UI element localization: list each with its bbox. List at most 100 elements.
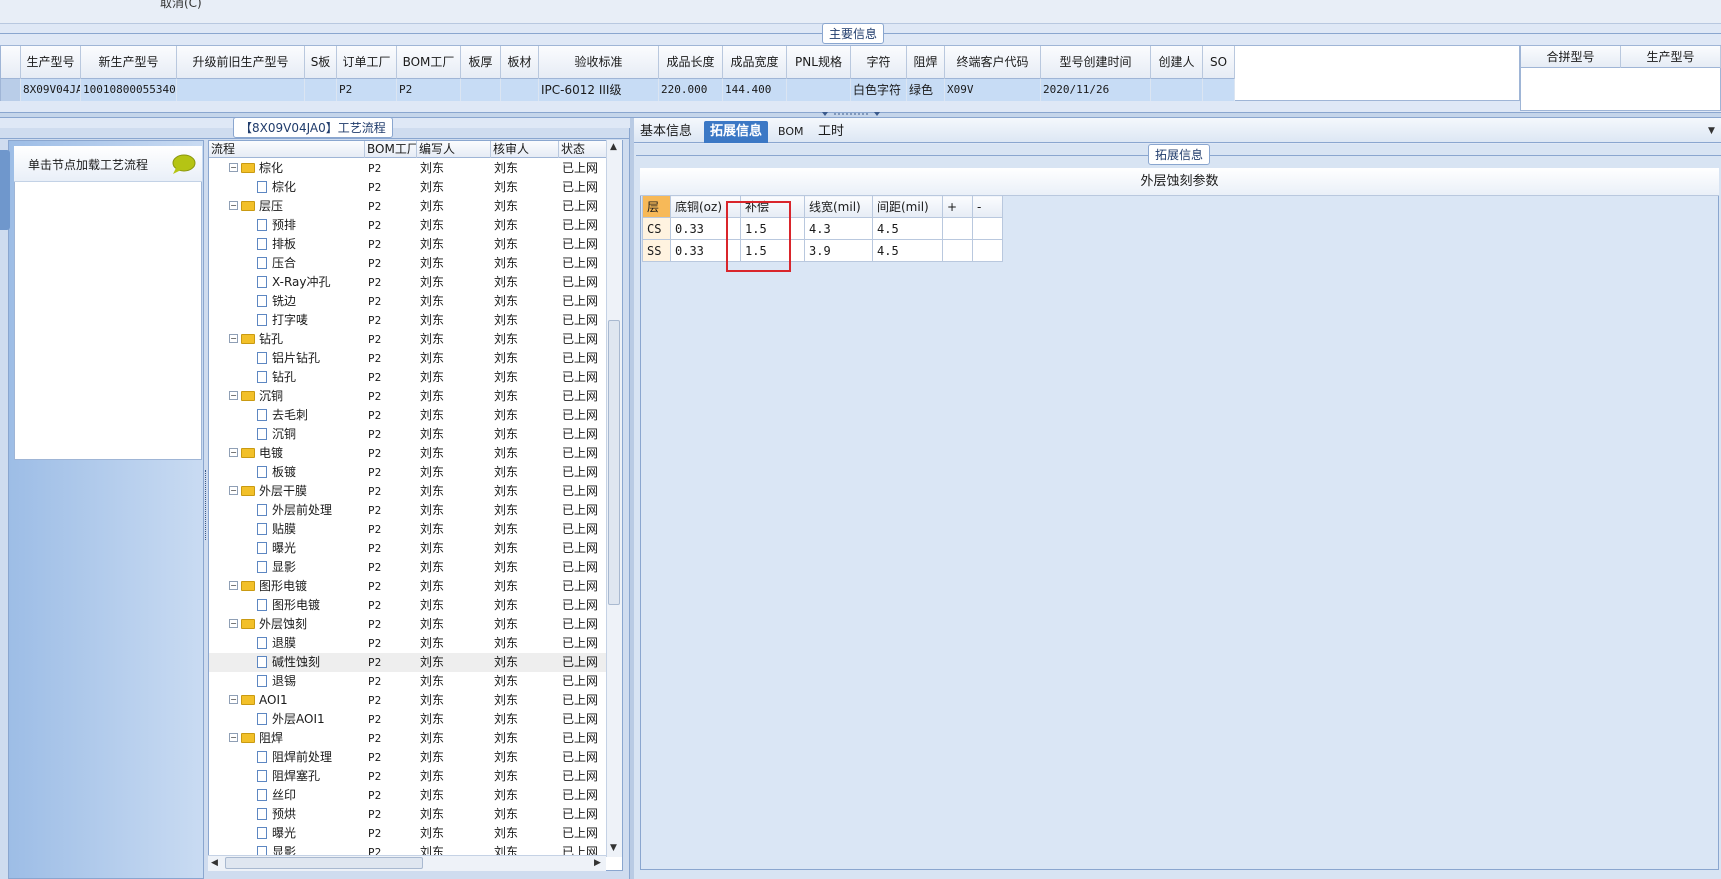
tree-node[interactable]: X-Ray冲孔: [209, 273, 365, 292]
tree-row[interactable]: 外层AOI1 P2 刘东 刘东 已上网: [209, 710, 609, 729]
tab-bom[interactable]: BOM: [772, 121, 810, 143]
tree-row[interactable]: 铣边 P2 刘东 刘东 已上网: [209, 292, 609, 311]
tree-node[interactable]: − 外层蚀刻: [209, 615, 365, 634]
tree-node[interactable]: − 图形电镀: [209, 577, 365, 596]
tree-node[interactable]: − 阻焊: [209, 729, 365, 748]
tab-basic-info[interactable]: 基本信息: [634, 121, 698, 143]
tree-row[interactable]: 图形电镀 P2 刘东 刘东 已上网: [209, 596, 609, 615]
tree-row[interactable]: 预排 P2 刘东 刘东 已上网: [209, 216, 609, 235]
param-cell[interactable]: 4.3: [804, 217, 873, 240]
tree-row[interactable]: 碱性蚀刻 P2 刘东 刘东 已上网: [209, 653, 609, 672]
cancel-button-cut[interactable]: 取消(C): [160, 0, 202, 11]
tree-row[interactable]: − 电镀 P2 刘东 刘东 已上网: [209, 444, 609, 463]
tree-node[interactable]: 去毛刺: [209, 406, 365, 425]
tree-node[interactable]: − 层压: [209, 197, 365, 216]
tree-row[interactable]: 外层前处理 P2 刘东 刘东 已上网: [209, 501, 609, 520]
main-cell[interactable]: IPC-6012 III级: [539, 79, 659, 101]
expand-toggle-icon[interactable]: −: [229, 334, 238, 343]
tree-row[interactable]: 阻焊塞孔 P2 刘东 刘东 已上网: [209, 767, 609, 786]
param-row[interactable]: SS 0.33 1.5 3.9 4.5: [642, 239, 1003, 262]
main-col-header[interactable]: PNL规格: [787, 46, 851, 79]
main-col-header[interactable]: 成品长度: [659, 46, 723, 79]
main-col-header[interactable]: 新生产型号: [81, 46, 177, 79]
main-cell[interactable]: P2: [337, 79, 397, 101]
tree-row[interactable]: 退锡 P2 刘东 刘东 已上网: [209, 672, 609, 691]
main-col-header[interactable]: 创建人: [1151, 46, 1203, 79]
main-cell[interactable]: P2: [397, 79, 461, 101]
main-col-header[interactable]: 升级前旧生产型号: [177, 46, 305, 79]
tree-col-header[interactable]: 编写人: [417, 141, 491, 158]
main-col-header[interactable]: 字符: [851, 46, 907, 79]
param-cell[interactable]: [942, 239, 973, 262]
tree-row[interactable]: − 阻焊 P2 刘东 刘东 已上网: [209, 729, 609, 748]
param-cell[interactable]: [942, 217, 973, 240]
param-cell[interactable]: SS: [642, 239, 671, 262]
merge-col-header[interactable]: 合拼型号: [1521, 46, 1621, 68]
main-col-header[interactable]: SO: [1203, 46, 1235, 79]
tree-row[interactable]: − 棕化 P2 刘东 刘东 已上网: [209, 159, 609, 178]
tree-row[interactable]: − 外层干膜 P2 刘东 刘东 已上网: [209, 482, 609, 501]
main-cell[interactable]: [177, 79, 305, 101]
main-cell[interactable]: 10010800055340: [81, 79, 177, 101]
tab-work-hours[interactable]: 工时: [812, 121, 850, 143]
node-list[interactable]: [14, 146, 202, 460]
tree-row[interactable]: 压合 P2 刘东 刘东 已上网: [209, 254, 609, 273]
tree-row[interactable]: 丝印 P2 刘东 刘东 已上网: [209, 786, 609, 805]
tree-node[interactable]: 丝印: [209, 786, 365, 805]
main-cell[interactable]: 220.000: [659, 79, 723, 101]
expand-toggle-icon[interactable]: −: [229, 448, 238, 457]
main-col-header[interactable]: 成品宽度: [723, 46, 787, 79]
tree-row[interactable]: 铝片钻孔 P2 刘东 刘东 已上网: [209, 349, 609, 368]
tree-horizontal-scroll-thumb[interactable]: [225, 857, 423, 869]
tree-row[interactable]: 板镀 P2 刘东 刘东 已上网: [209, 463, 609, 482]
tree-row[interactable]: − AOI1 P2 刘东 刘东 已上网: [209, 691, 609, 710]
main-cell[interactable]: [501, 79, 539, 101]
tree-node[interactable]: 图形电镀: [209, 596, 365, 615]
collapse-side-tab[interactable]: [0, 150, 10, 230]
scroll-left-arrow-icon[interactable]: ◀: [211, 858, 218, 868]
tree-node[interactable]: − 电镀: [209, 444, 365, 463]
param-col-header[interactable]: 层: [642, 195, 671, 218]
expand-toggle-icon[interactable]: −: [229, 733, 238, 742]
node-hint-header[interactable]: 单击节点加载工艺流程: [14, 146, 202, 182]
tree-row[interactable]: 贴膜 P2 刘东 刘东 已上网: [209, 520, 609, 539]
param-cell[interactable]: [972, 239, 1003, 262]
tree-node[interactable]: 预烘: [209, 805, 365, 824]
main-cell[interactable]: [461, 79, 501, 101]
tree-node[interactable]: 曝光: [209, 824, 365, 843]
main-cell[interactable]: [1203, 79, 1235, 101]
main-col-header[interactable]: 板材: [501, 46, 539, 79]
tree-row[interactable]: 显影 P2 刘东 刘东 已上网: [209, 558, 609, 577]
tree-node[interactable]: − 棕化: [209, 159, 365, 178]
tree-node[interactable]: 显影: [209, 558, 365, 577]
main-col-header[interactable]: 验收标准: [539, 46, 659, 79]
tree-row[interactable]: 预烘 P2 刘东 刘东 已上网: [209, 805, 609, 824]
param-cell[interactable]: 4.5: [872, 239, 943, 262]
tab-extended-info[interactable]: 拓展信息: [704, 121, 769, 143]
tree-node[interactable]: 排板: [209, 235, 365, 254]
main-cell[interactable]: 白色字符: [851, 79, 907, 101]
expand-toggle-icon[interactable]: −: [229, 163, 238, 172]
expand-toggle-icon[interactable]: −: [229, 201, 238, 210]
tree-node[interactable]: 外层AOI1: [209, 710, 365, 729]
main-col-header[interactable]: 终端客户代码: [945, 46, 1041, 79]
tab-dropdown-arrow-icon[interactable]: ▼: [1708, 126, 1715, 136]
tree-node[interactable]: 退膜: [209, 634, 365, 653]
main-info-data-row[interactable]: 8X09V04JA010010800055340 P2P2 IPC-6012 III…: [1, 79, 1235, 101]
tree-node[interactable]: 铣边: [209, 292, 365, 311]
main-col-header[interactable]: S板: [305, 46, 337, 79]
tree-node[interactable]: 退锡: [209, 672, 365, 691]
tree-row[interactable]: 阻焊前处理 P2 刘东 刘东 已上网: [209, 748, 609, 767]
main-col-header[interactable]: BOM工厂: [397, 46, 461, 79]
main-cell[interactable]: [305, 79, 337, 101]
tree-row[interactable]: − 沉铜 P2 刘东 刘东 已上网: [209, 387, 609, 406]
tree-row[interactable]: 沉铜 P2 刘东 刘东 已上网: [209, 425, 609, 444]
tree-node[interactable]: 阻焊塞孔: [209, 767, 365, 786]
tree-node[interactable]: − 外层干膜: [209, 482, 365, 501]
tree-row[interactable]: 退膜 P2 刘东 刘东 已上网: [209, 634, 609, 653]
param-cell[interactable]: CS: [642, 217, 671, 240]
tree-row[interactable]: 曝光 P2 刘东 刘东 已上网: [209, 539, 609, 558]
main-col-header[interactable]: 生产型号: [21, 46, 81, 79]
param-row[interactable]: CS 0.33 1.5 4.3 4.5: [642, 217, 1003, 240]
tree-node[interactable]: 预排: [209, 216, 365, 235]
